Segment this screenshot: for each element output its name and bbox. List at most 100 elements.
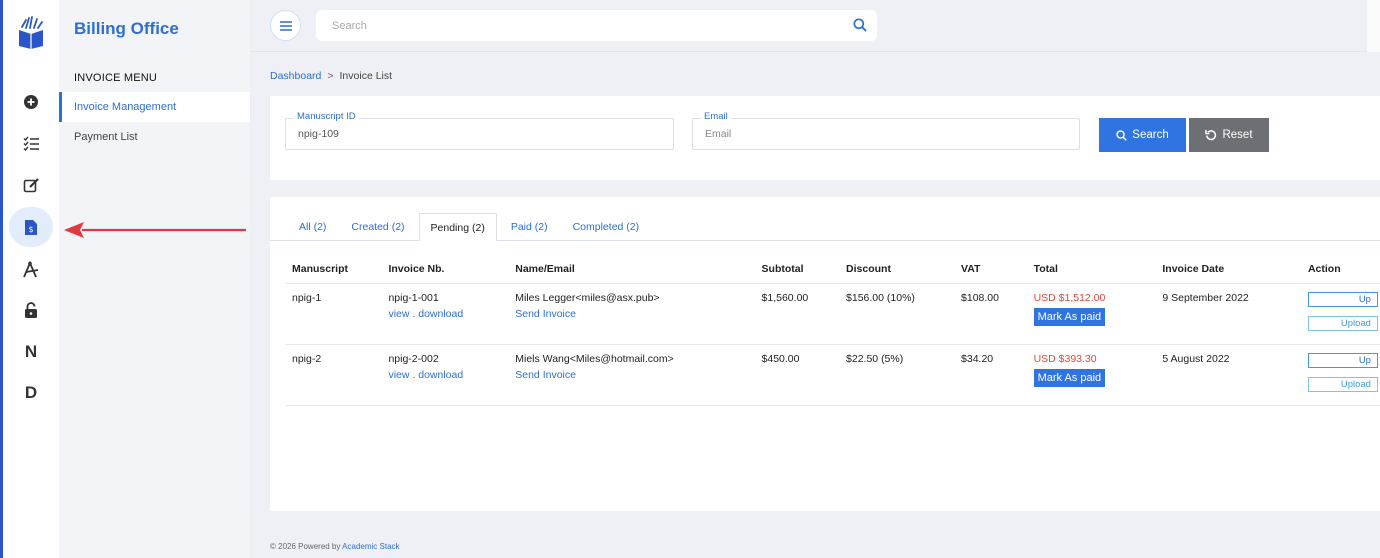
invoice-links: view . download xyxy=(388,308,509,320)
customer-name-email: Miles Legger<miles@asx.pub> xyxy=(515,291,660,304)
breadcrumb-dashboard-link[interactable]: Dashboard xyxy=(270,70,321,82)
hamburger-menu-button[interactable] xyxy=(270,10,301,41)
col-header-manuscript: Manuscript xyxy=(286,255,383,284)
invoice-number: npig-1-001 xyxy=(388,291,439,304)
side-menu: Billing Office INVOICE MENU Invoice Mana… xyxy=(59,0,250,558)
invoice-links: view . download xyxy=(388,369,509,381)
reset-button[interactable]: Reset xyxy=(1189,118,1269,152)
cell-invoice-date: 5 August 2022 xyxy=(1156,344,1302,406)
cell-invoice-nb: npig-2-002 view . download xyxy=(382,344,510,406)
cell-name-email: Miels Wang<Miles@hotmail.com> Send Invoi… xyxy=(509,344,756,406)
email-field: Email xyxy=(692,111,1080,150)
upload-button-primary[interactable]: Up xyxy=(1307,352,1378,368)
invoice-list-card: All (2) Created (2) Pending (2) Paid (2)… xyxy=(270,197,1380,511)
search-button-label: Search xyxy=(1132,129,1169,141)
hamburger-icon xyxy=(279,20,292,31)
cell-invoice-date: 9 September 2022 xyxy=(1156,283,1302,345)
link-separator: . xyxy=(409,307,419,320)
cell-action: Up Upload xyxy=(1301,283,1380,345)
send-invoice-link[interactable]: Send Invoice xyxy=(515,308,755,320)
app-title: Billing Office xyxy=(74,19,179,38)
cell-name-email: Miles Legger<miles@asx.pub> Send Invoice xyxy=(509,283,756,345)
mark-as-paid-button[interactable]: Mark As paid xyxy=(1033,368,1106,387)
search-button[interactable]: Search xyxy=(1099,118,1186,152)
reset-button-label: Reset xyxy=(1222,129,1253,141)
view-link[interactable]: view xyxy=(388,308,409,320)
tab-created[interactable]: Created (2) xyxy=(340,213,415,241)
breadcrumb: Dashboard > Invoice List xyxy=(270,70,392,82)
cell-total: USD $393.30 Mark As paid xyxy=(1027,344,1157,406)
cell-vat: $108.00 xyxy=(955,283,1028,345)
top-bar-edge xyxy=(1367,0,1380,52)
menu-item-payment-list[interactable]: Payment List xyxy=(59,122,250,152)
footer: © 2026 Powered by Academic Stack xyxy=(270,542,400,551)
invoice-number: npig-2-002 xyxy=(388,352,439,365)
total-amount: USD $393.30 xyxy=(1033,352,1097,365)
manuscript-id-field: Manuscript ID xyxy=(285,111,674,150)
view-link[interactable]: view xyxy=(388,369,409,381)
cell-action: Up Upload xyxy=(1301,344,1380,406)
rail-letter-n[interactable]: N xyxy=(9,332,53,372)
cell-total: USD $1,512.00 Mark As paid xyxy=(1027,283,1157,345)
col-header-invoice-date: Invoice Date xyxy=(1156,255,1302,284)
send-invoice-link[interactable]: Send Invoice xyxy=(515,369,755,381)
search-icon[interactable] xyxy=(853,18,867,37)
cell-invoice-nb: npig-1-001 view . download xyxy=(382,283,510,345)
plus-circle-icon[interactable] xyxy=(9,82,53,122)
download-link[interactable]: download xyxy=(418,369,463,381)
search-bar xyxy=(316,10,877,41)
tools-icon[interactable] xyxy=(9,249,53,289)
edit-icon[interactable] xyxy=(9,165,53,205)
table-row: npig-2 npig-2-002 view . download Miels … xyxy=(286,344,1380,406)
cell-manuscript: npig-1 xyxy=(286,283,383,345)
checklist-icon[interactable] xyxy=(9,123,53,163)
invoice-table: Manuscript Invoice Nb. Name/Email Subtot… xyxy=(286,255,1380,406)
email-label: Email xyxy=(701,111,731,122)
email-input[interactable] xyxy=(703,127,1051,141)
mark-as-paid-button[interactable]: Mark As paid xyxy=(1033,307,1106,326)
breadcrumb-separator: > xyxy=(327,70,334,82)
cell-vat: $34.20 xyxy=(955,344,1028,406)
col-header-invoice-nb: Invoice Nb. xyxy=(382,255,510,284)
footer-link[interactable]: Academic Stack xyxy=(342,542,399,551)
upload-button-secondary[interactable]: Upload xyxy=(1307,376,1378,392)
table-row: npig-1 npig-1-001 view . download Miles … xyxy=(286,283,1380,345)
tab-pending[interactable]: Pending (2) xyxy=(418,213,497,241)
status-tabs: All (2) Created (2) Pending (2) Paid (2)… xyxy=(288,213,653,241)
menu-item-invoice-management[interactable]: Invoice Management xyxy=(59,92,250,122)
reset-icon xyxy=(1205,130,1217,141)
unlock-icon[interactable] xyxy=(9,290,53,330)
tab-all[interactable]: All (2) xyxy=(288,213,337,241)
manuscript-id-input[interactable] xyxy=(296,127,645,141)
table-header-row: Manuscript Invoice Nb. Name/Email Subtot… xyxy=(286,255,1380,284)
col-header-total: Total xyxy=(1027,255,1157,284)
footer-text: © 2026 Powered by xyxy=(270,542,343,551)
download-link[interactable]: download xyxy=(418,308,463,320)
search-input[interactable] xyxy=(330,10,830,41)
col-header-subtotal: Subtotal xyxy=(755,255,841,284)
annotation-arrow-icon xyxy=(64,222,246,238)
tab-paid[interactable]: Paid (2) xyxy=(500,213,559,241)
menu-heading: INVOICE MENU xyxy=(74,72,158,84)
upload-button-secondary[interactable]: Upload xyxy=(1307,315,1378,331)
filter-card: Manuscript ID Email Search Reset xyxy=(270,96,1380,180)
invoice-icon[interactable]: $ xyxy=(9,207,53,247)
tab-completed[interactable]: Completed (2) xyxy=(562,213,651,241)
col-header-vat: VAT xyxy=(955,255,1028,284)
cell-manuscript: npig-2 xyxy=(286,344,383,406)
rail-letter-d[interactable]: D xyxy=(9,373,53,413)
svg-text:$: $ xyxy=(28,225,33,234)
manuscript-id-label: Manuscript ID xyxy=(294,111,359,122)
cell-discount: $156.00 (10%) xyxy=(840,283,956,345)
breadcrumb-current: Invoice List xyxy=(339,70,393,82)
col-header-discount: Discount xyxy=(840,255,956,284)
col-header-action: Action xyxy=(1301,255,1380,284)
logo-icon xyxy=(19,16,43,49)
col-header-name-email: Name/Email xyxy=(509,255,756,284)
customer-name-email: Miels Wang<Miles@hotmail.com> xyxy=(515,352,674,365)
link-separator: . xyxy=(409,368,419,381)
upload-button-primary[interactable]: Up xyxy=(1307,291,1378,307)
search-icon xyxy=(1116,129,1128,141)
icon-rail: $ N D xyxy=(3,0,59,558)
cell-discount: $22.50 (5%) xyxy=(840,344,956,406)
